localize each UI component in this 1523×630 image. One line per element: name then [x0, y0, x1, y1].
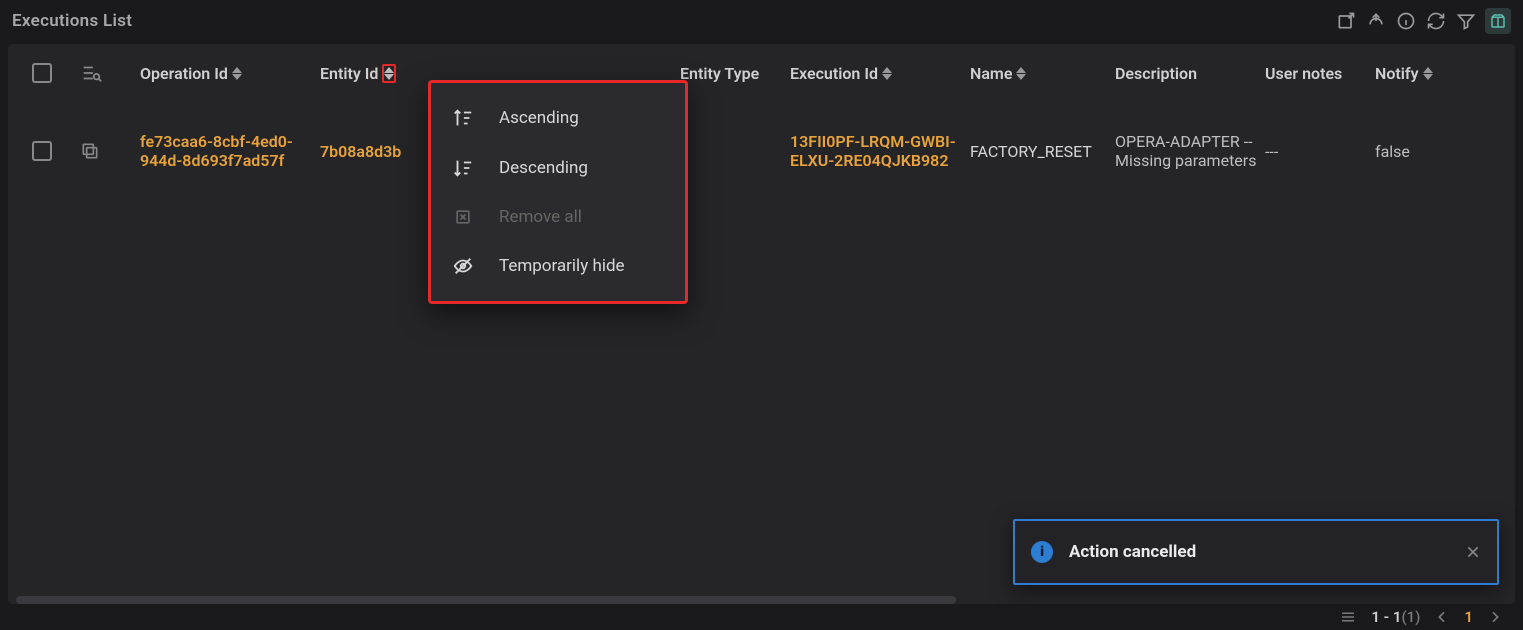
sort-ascending-icon — [451, 107, 475, 129]
cell-notify: false — [1375, 142, 1465, 161]
select-all-checkbox[interactable] — [32, 63, 52, 83]
sort-icon-active — [382, 64, 396, 83]
column-filter-icon[interactable] — [80, 62, 140, 84]
prev-page-icon[interactable] — [1434, 609, 1450, 625]
cell-operation-id[interactable]: fe73caa6-8cbf-4ed0-944d-8d693f7ad57f — [140, 132, 320, 170]
toolbar — [1335, 8, 1511, 34]
dropdown-remove-all: Remove all — [431, 193, 685, 241]
header: Executions List — [0, 0, 1523, 44]
columns-icon[interactable] — [1485, 8, 1511, 34]
sort-descending-icon — [451, 157, 475, 179]
next-page-icon[interactable] — [1487, 609, 1503, 625]
horizontal-scrollbar[interactable] — [16, 596, 956, 604]
pager-total: (1) — [1401, 608, 1420, 626]
sort-icon — [1016, 67, 1026, 80]
col-label: Entity Id — [320, 64, 378, 83]
refresh-icon[interactable] — [1425, 10, 1447, 32]
info-icon[interactable] — [1395, 10, 1417, 32]
cell-description: OPERA-ADAPTER -- Missing parameters — [1115, 132, 1265, 170]
filter-icon[interactable] — [1455, 10, 1477, 32]
col-entity-type[interactable]: Entity Type — [680, 64, 790, 83]
density-icon[interactable] — [1339, 608, 1357, 626]
toast-text: Action cancelled — [1069, 542, 1196, 562]
sort-dropdown: Ascending Descending Remove all Temporar… — [428, 80, 688, 304]
pager: 1 - 1(1) 1 — [1339, 608, 1503, 626]
sort-icon — [1423, 67, 1433, 80]
col-execution-id[interactable]: Execution Id — [790, 64, 970, 83]
pager-range: 1 - 1 — [1371, 608, 1401, 626]
col-user-notes[interactable]: User notes — [1265, 64, 1375, 83]
dropdown-ascending[interactable]: Ascending — [431, 93, 685, 143]
dropdown-descending[interactable]: Descending — [431, 143, 685, 193]
col-name[interactable]: Name — [970, 64, 1115, 83]
col-operation-id[interactable]: Operation Id — [140, 64, 320, 83]
cell-execution-id[interactable]: 13FII0PF-LRQM-GWBI-ELXU-2RE04QJKB982 — [790, 132, 970, 170]
cell-user-notes: --- — [1265, 142, 1375, 161]
table-header: Operation Id Entity Id Entity Type Execu… — [8, 44, 1515, 102]
dropdown-label: Ascending — [499, 108, 579, 128]
col-description[interactable]: Description — [1115, 64, 1265, 83]
remove-icon — [451, 207, 475, 227]
export-icon[interactable] — [1335, 10, 1357, 32]
col-label: Entity Type — [680, 64, 759, 83]
pager-current[interactable]: 1 — [1464, 608, 1473, 626]
dropdown-label: Descending — [499, 158, 588, 178]
toast: i Action cancelled — [1013, 519, 1499, 585]
hide-icon — [451, 255, 475, 277]
dropdown-label: Temporarily hide — [499, 256, 625, 276]
cell-name: FACTORY_RESET — [970, 142, 1115, 161]
col-label: Operation Id — [140, 64, 228, 83]
dropdown-label: Remove all — [499, 207, 582, 227]
toast-close-icon[interactable] — [1465, 544, 1481, 560]
sort-icon — [882, 67, 892, 80]
col-label: User notes — [1265, 64, 1342, 83]
dropdown-hide[interactable]: Temporarily hide — [431, 241, 685, 291]
upload-icon[interactable] — [1365, 10, 1387, 32]
sort-icon — [232, 67, 242, 80]
copy-icon[interactable] — [80, 141, 140, 161]
col-label: Name — [970, 64, 1012, 83]
col-label: Description — [1115, 64, 1197, 83]
col-notify[interactable]: Notify — [1375, 64, 1465, 83]
table-row[interactable]: fe73caa6-8cbf-4ed0-944d-8d693f7ad57f 7b0… — [8, 102, 1515, 200]
row-checkbox[interactable] — [32, 141, 52, 161]
col-label: Execution Id — [790, 64, 878, 83]
info-badge-icon: i — [1031, 541, 1053, 563]
col-label: Notify — [1375, 64, 1419, 83]
page-title: Executions List — [12, 11, 132, 31]
